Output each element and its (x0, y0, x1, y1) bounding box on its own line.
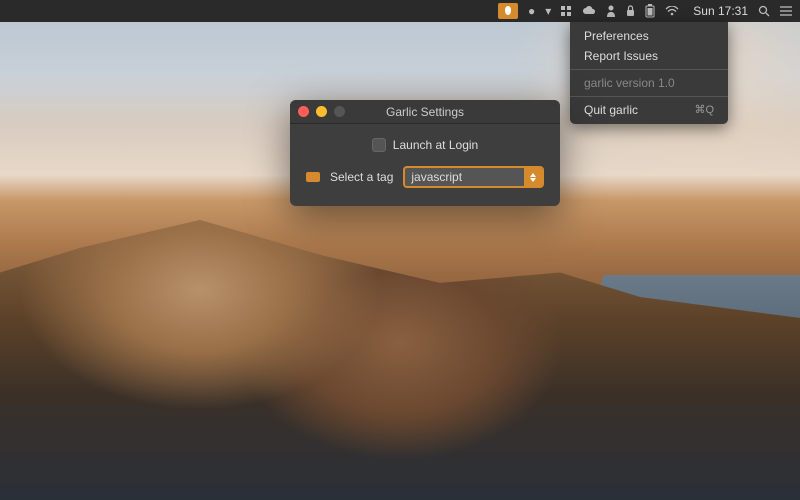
window-titlebar[interactable]: Garlic Settings (290, 100, 560, 124)
person-icon[interactable] (606, 5, 616, 17)
window-body: Launch at Login Select a tag javascript (290, 124, 560, 206)
wifi-icon[interactable] (665, 6, 679, 16)
traffic-lights (298, 106, 345, 117)
select-tag-row: Select a tag javascript (306, 166, 544, 188)
menu-separator (570, 96, 728, 97)
settings-window: Garlic Settings Launch at Login Select a… (290, 100, 560, 206)
menubar-clock[interactable]: Sun 17:31 (693, 4, 748, 18)
circle-icon[interactable]: ● (528, 4, 535, 18)
status-menu-dropdown: Preferences Report Issues garlic version… (570, 22, 728, 124)
battery-icon[interactable] (645, 4, 655, 18)
triangle-icon[interactable]: ▾ (545, 4, 551, 18)
menu-separator (570, 69, 728, 70)
menu-report-issues[interactable]: Report Issues (570, 46, 728, 66)
menu-version: garlic version 1.0 (570, 73, 728, 93)
desktop-wallpaper: ● ▾ Sun 17:31 Preferences Report Issues (0, 0, 800, 500)
launch-at-login-label: Launch at Login (393, 138, 478, 152)
menu-quit-shortcut: ⌘Q (694, 103, 714, 116)
tag-icon (306, 172, 320, 182)
launch-at-login-row: Launch at Login (306, 138, 544, 152)
close-button[interactable] (298, 106, 309, 117)
lock-icon[interactable] (626, 5, 635, 17)
launch-at-login-checkbox[interactable] (372, 138, 386, 152)
menu-quit[interactable]: Quit garlic ⌘Q (570, 100, 728, 120)
menu-preferences[interactable]: Preferences (570, 26, 728, 46)
garlic-status-icon[interactable] (498, 3, 518, 19)
tag-select-value: javascript (411, 170, 462, 184)
minimize-button[interactable] (316, 106, 327, 117)
tag-select[interactable]: javascript (403, 166, 544, 188)
notification-center-icon[interactable] (780, 6, 792, 16)
grid-icon[interactable] (561, 6, 572, 17)
cloud-icon[interactable] (582, 6, 596, 16)
maximize-button[interactable] (334, 106, 345, 117)
select-stepper-icon (524, 168, 542, 186)
menubar: ● ▾ Sun 17:31 (0, 0, 800, 22)
select-tag-label: Select a tag (330, 170, 393, 184)
menu-quit-label: Quit garlic (584, 103, 638, 117)
spotlight-icon[interactable] (758, 5, 770, 17)
